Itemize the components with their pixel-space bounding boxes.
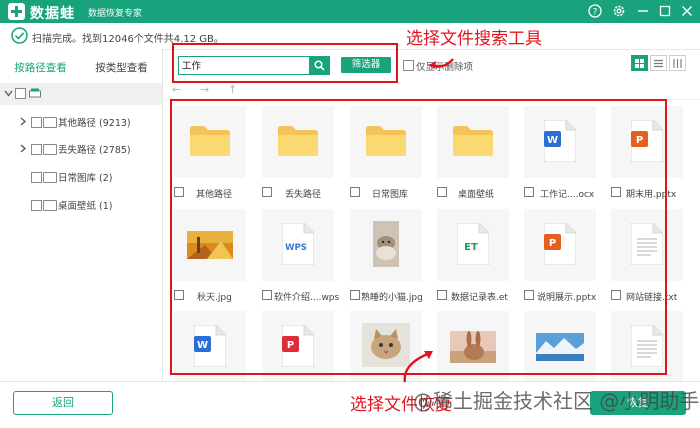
frog-logo-icon: [8, 3, 25, 20]
arrow-pointer-icon: [403, 351, 433, 383]
view-detail-button[interactable]: [669, 55, 686, 71]
back-button[interactable]: 返回: [13, 391, 113, 415]
tree-item-label: 其他路径 (9213): [58, 118, 131, 129]
tree-checkbox[interactable]: [31, 144, 42, 155]
forward-arrow-icon[interactable]: →: [200, 83, 209, 96]
view-grid-button[interactable]: [631, 55, 648, 71]
back-arrow-icon[interactable]: ←: [172, 83, 181, 96]
navigation-row: ← → ↑: [162, 81, 700, 100]
folder-icon: [43, 200, 57, 211]
minimize-icon[interactable]: [634, 3, 652, 19]
app-slogan: 数据恢复专家: [88, 9, 143, 19]
chevron-right-icon[interactable]: [20, 117, 26, 126]
folder-icon: [43, 172, 57, 183]
view-list-button[interactable]: [650, 55, 667, 71]
tree-root-row[interactable]: [0, 83, 162, 105]
annotation-search-tool: 选择文件搜索工具: [406, 29, 542, 49]
watermark-text: @稀土掘金技术社区 @小明助手: [413, 389, 700, 413]
tree-item-label: 桌面壁纸 (1): [58, 201, 113, 212]
arrow-pointer-icon: [429, 58, 454, 69]
tree-checkbox[interactable]: [31, 200, 42, 211]
hide-deleted-checkbox[interactable]: [403, 60, 414, 71]
close-icon[interactable]: [678, 3, 696, 19]
tree-item-daily-gallery[interactable]: 日常图库 (2): [0, 166, 162, 188]
help-icon[interactable]: ?: [586, 3, 604, 19]
tree-item-lost-path[interactable]: 丢失路径 (2785): [0, 138, 162, 160]
tree-item-other-path[interactable]: 其他路径 (9213): [0, 111, 162, 133]
tab-by-type[interactable]: 按类型查看: [81, 57, 162, 84]
maximize-icon[interactable]: [656, 3, 674, 19]
chevron-right-icon[interactable]: [20, 144, 26, 153]
tree-item-label: 丢失路径 (2785): [58, 145, 131, 156]
app-brand: 数据蛙: [30, 6, 75, 22]
grid-view-icon: [635, 58, 644, 68]
drive-icon: [29, 88, 41, 98]
svg-text:?: ?: [593, 8, 598, 18]
title-bar: 数据蛙 数据恢复专家 ?: [0, 0, 700, 23]
tree-checkbox[interactable]: [31, 172, 42, 183]
check-circle-icon: [11, 27, 28, 44]
file-grid-highlight: [170, 99, 667, 375]
chevron-down-icon[interactable]: [4, 90, 13, 97]
search-tool-highlight: [172, 43, 398, 83]
folder-icon: [43, 117, 57, 128]
list-view-icon: [654, 59, 663, 67]
sidebar: 按路径查看 按类型查看 其他路径 (9213) 丢失路径 (2785) 日常图库…: [0, 49, 163, 381]
tree-checkbox[interactable]: [31, 117, 42, 128]
folder-icon: [43, 144, 57, 155]
up-arrow-icon[interactable]: ↑: [228, 83, 237, 96]
tree-item-desktop-wallpaper[interactable]: 桌面壁纸 (1): [0, 194, 162, 216]
tree-item-label: 日常图库 (2): [58, 173, 113, 184]
detail-view-icon: [673, 58, 682, 68]
root-checkbox[interactable]: [15, 88, 26, 99]
settings-gear-icon[interactable]: [610, 3, 628, 19]
tab-by-path[interactable]: 按路径查看: [0, 57, 81, 85]
